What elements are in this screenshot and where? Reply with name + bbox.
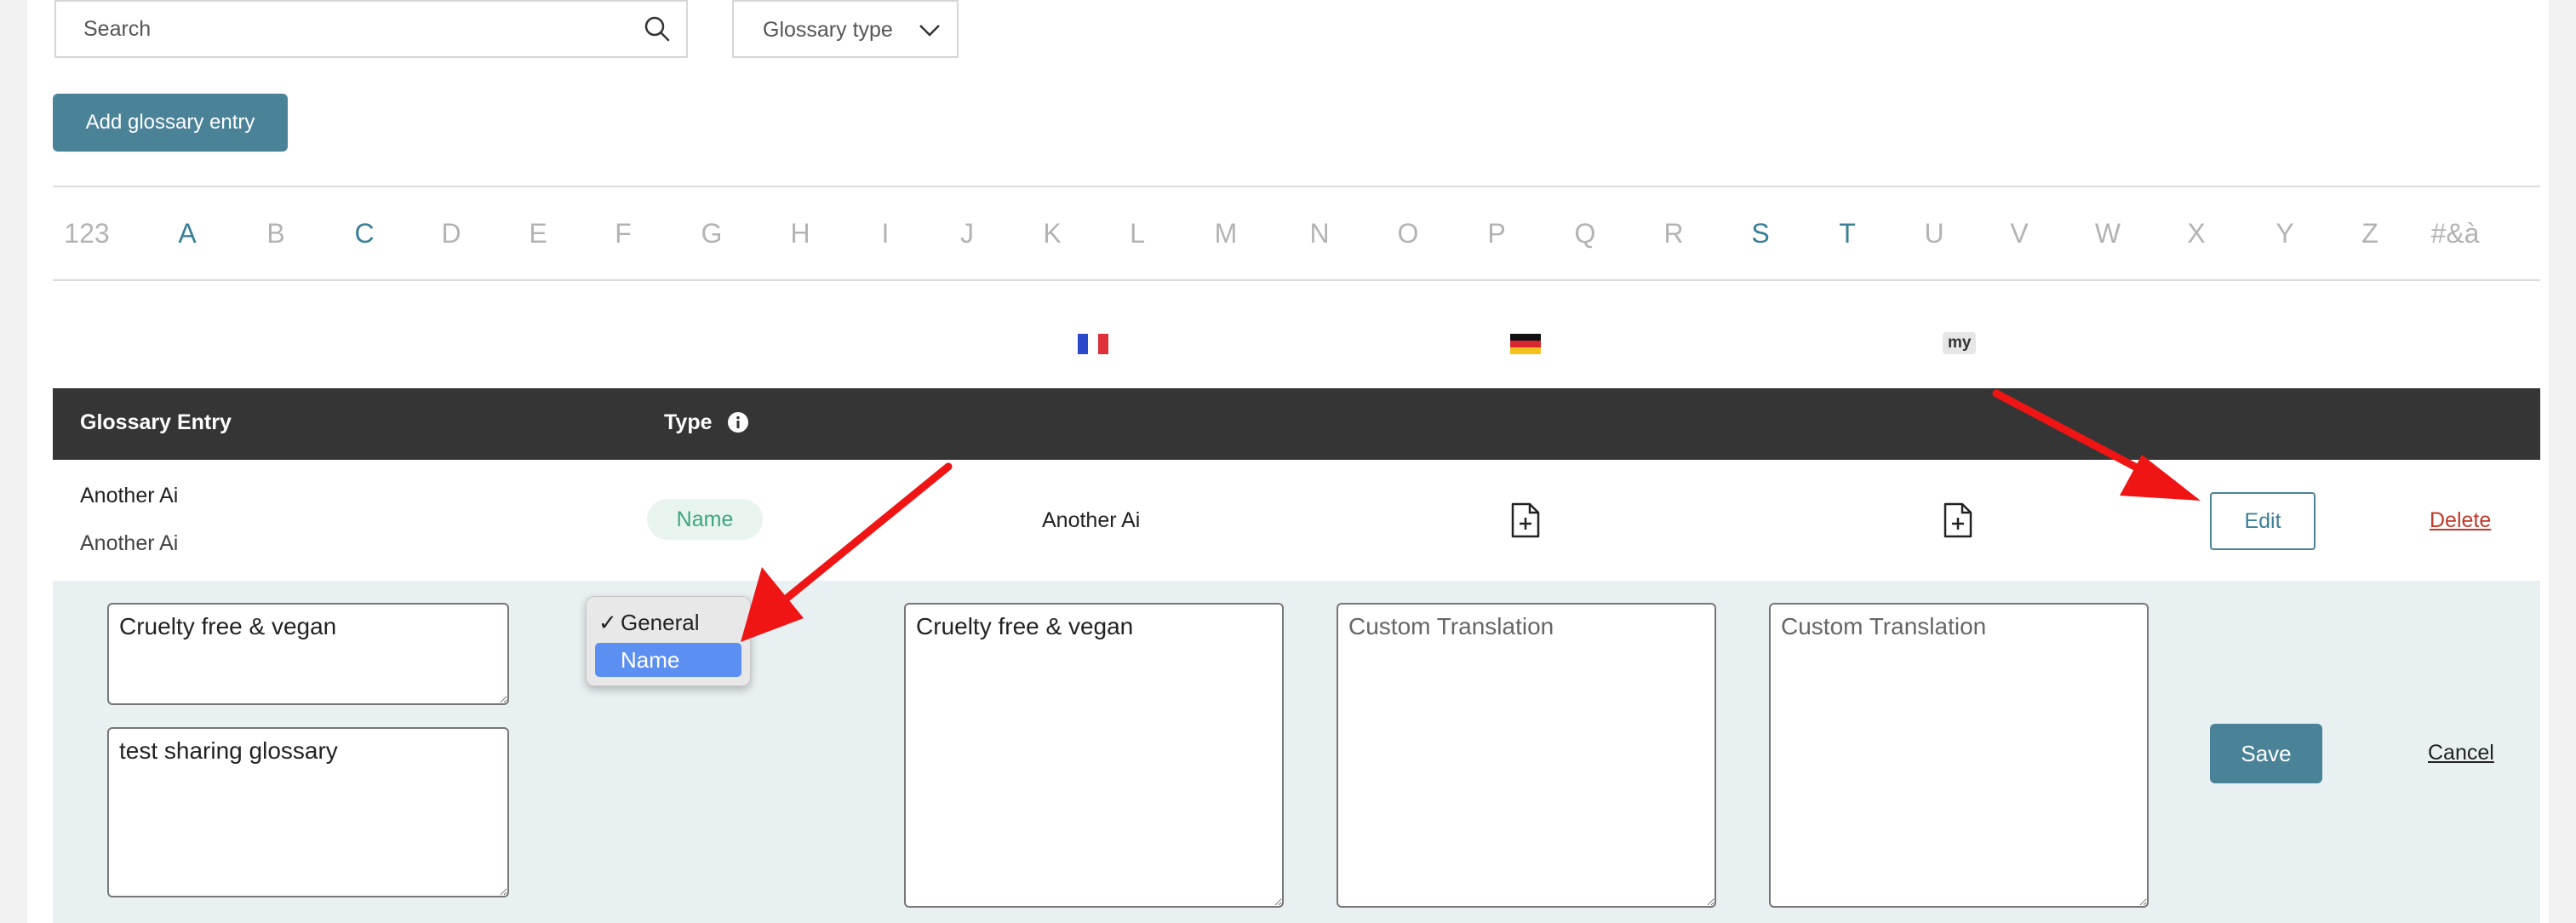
language-my-badge: my — [1943, 332, 1977, 354]
edit-button[interactable]: Edit — [2210, 492, 2316, 550]
alphabet-letter-j[interactable]: J — [960, 218, 974, 249]
alphabet-letter-c[interactable]: C — [354, 218, 374, 249]
entry-term: Another Ai — [80, 484, 179, 507]
alphabet-letter-w[interactable]: W — [2095, 218, 2121, 249]
delete-link[interactable]: Delete — [2430, 508, 2491, 533]
alphabet-letter-k[interactable]: K — [1043, 218, 1061, 249]
type-badge: Name — [647, 499, 763, 540]
cancel-link[interactable]: Cancel — [2428, 741, 2494, 765]
add-translation-de-icon[interactable] — [1510, 502, 1541, 538]
alphabet-letter-d[interactable]: D — [441, 218, 461, 249]
entry-description-field[interactable] — [107, 727, 509, 897]
alphabet-letter-z[interactable]: Z — [2361, 218, 2379, 249]
flag-de-icon — [1510, 334, 1541, 354]
fr-translation: Another Ai — [1042, 508, 1141, 532]
alphabet-letter-i[interactable]: I — [882, 218, 890, 249]
alphabet-letter-p[interactable]: P — [1487, 218, 1505, 249]
option-label: Name — [621, 647, 680, 673]
type-option-name[interactable]: Name — [595, 643, 741, 677]
glossary-type-label: Glossary type — [763, 18, 893, 42]
alphabet-letter-e[interactable]: E — [529, 218, 547, 249]
entry-term-field[interactable] — [107, 603, 509, 705]
alphabet-letter-s[interactable]: S — [1751, 218, 1769, 249]
checkmark-icon: ✓ — [598, 610, 617, 635]
info-icon[interactable] — [727, 411, 749, 433]
alphabet-letter-l[interactable]: L — [1130, 218, 1145, 249]
alphabet-letter-v[interactable]: V — [2010, 218, 2028, 249]
add-translation-my-icon[interactable] — [1943, 502, 1973, 538]
de-translation-field[interactable] — [1337, 603, 1716, 908]
search-input[interactable] — [56, 2, 618, 56]
my-translation-field[interactable] — [1769, 603, 2149, 908]
alphabet-letter-t[interactable]: T — [1839, 218, 1856, 249]
alphabet-letter-y[interactable]: Y — [2275, 218, 2293, 249]
search-box — [54, 0, 688, 58]
alphabet-letter-r[interactable]: R — [1663, 218, 1683, 249]
alphabet-letter-x[interactable]: X — [2187, 218, 2205, 249]
table-header: Glossary Entry Type — [53, 388, 2540, 460]
glossary-type-select[interactable]: Glossary type — [732, 0, 959, 58]
glossary-page: Glossary type Add glossary entry 123 A B C D… — [27, 0, 2549, 923]
type-dropdown-menu: ✓ General Name — [586, 596, 751, 686]
alphabet-letter-o[interactable]: O — [1398, 218, 1419, 249]
table-row: Another Ai Another Ai Name Another Ai Ed… — [53, 460, 2540, 581]
type-option-general[interactable]: ✓ General — [595, 605, 741, 639]
divider — [53, 279, 2540, 281]
alphabet-letter-q[interactable]: Q — [1575, 218, 1596, 249]
fr-translation-field[interactable] — [904, 603, 1284, 908]
header-glossary-entry: Glossary Entry — [80, 410, 232, 434]
add-glossary-entry-button[interactable]: Add glossary entry — [53, 94, 288, 152]
alphabet-letter-m[interactable]: M — [1215, 218, 1238, 249]
header-type: Type — [664, 410, 713, 434]
entry-description: Another Ai — [80, 531, 179, 555]
alphabet-letter-other[interactable]: #&à — [2431, 218, 2480, 249]
alphabet-letter-h[interactable]: H — [790, 218, 810, 249]
alphabet-letter-123[interactable]: 123 — [64, 218, 109, 249]
save-button[interactable]: Save — [2210, 724, 2322, 783]
search-icon[interactable] — [642, 14, 673, 44]
chevron-down-icon — [919, 25, 940, 37]
alphabet-letter-a[interactable]: A — [178, 218, 196, 249]
edit-row: Save Cancel — [53, 581, 2540, 923]
alphabet-letter-g[interactable]: G — [701, 218, 723, 249]
alphabet-letter-f[interactable]: F — [615, 218, 632, 249]
alphabet-letter-b[interactable]: B — [266, 218, 284, 249]
alphabet-filter: 123 A B C D E F G H I J K L M N O P Q R S T U V W X Y Z #&à — [53, 187, 2549, 281]
alphabet-letter-n[interactable]: N — [1309, 218, 1329, 249]
alphabet-letter-u[interactable]: U — [1924, 218, 1943, 249]
flag-fr-icon — [1078, 334, 1108, 354]
option-label: General — [621, 610, 700, 635]
